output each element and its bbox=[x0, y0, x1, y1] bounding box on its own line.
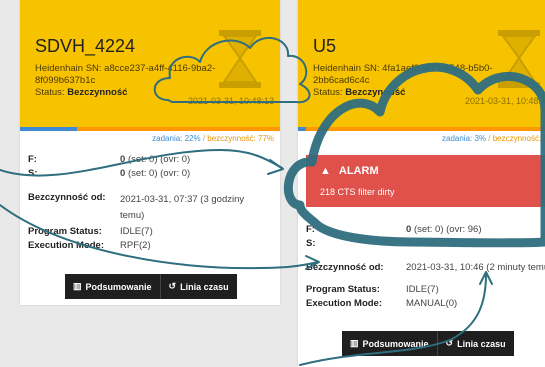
card-header: SDVH_4224 Heidenhain SN: a8cce237-a4ff-4… bbox=[20, 0, 280, 127]
bar-chart-icon: ▥ bbox=[73, 281, 82, 291]
card-actions: ▥ Podsumowanie ↺ Linia czasu bbox=[342, 331, 514, 356]
timeline-button[interactable]: ↺ Linia czasu bbox=[159, 274, 237, 299]
program-status-row: Program Status: IDLE(7) bbox=[28, 226, 153, 237]
hourglass-icon bbox=[496, 28, 542, 90]
warning-triangle-icon: ▲ bbox=[320, 165, 331, 177]
summary-button[interactable]: ▥ Podsumowanie bbox=[342, 331, 437, 356]
idle-since-row: Bezczynność od: 2021-03-31, 10:46 (2 minu… bbox=[306, 262, 545, 273]
tasks-idle-percent: zadania: 22% / bezczynność: 77% bbox=[152, 134, 274, 143]
machine-card-u5: U5 Heidenhain SN: 4fa1aef8-f477-4548-b5b… bbox=[298, 0, 545, 367]
bar-chart-icon: ▥ bbox=[350, 338, 359, 348]
tasks-progress-fill bbox=[298, 127, 306, 131]
card-actions: ▥ Podsumowanie ↺ Linia czasu bbox=[65, 274, 237, 299]
summary-button[interactable]: ▥ Podsumowanie bbox=[65, 274, 160, 299]
timeline-button[interactable]: ↺ Linia czasu bbox=[436, 331, 514, 356]
alarm-panel: ▲ ALARM 218 CTS filter dirty bbox=[306, 155, 545, 207]
tasks-progress-fill bbox=[20, 127, 78, 131]
hourglass-icon bbox=[217, 28, 263, 90]
machine-title: U5 bbox=[313, 36, 337, 56]
history-icon: ↺ bbox=[168, 281, 177, 291]
machine-card-sdvh-4224: SDVH_4224 Heidenhain SN: a8cce237-a4ff-4… bbox=[20, 0, 280, 305]
machine-title: SDVH_4224 bbox=[35, 36, 136, 56]
timestamp: 2021-03-31, 10:48:13 bbox=[188, 96, 275, 106]
feed-row: F: 0 (set: 0) (ovr: 96) bbox=[306, 224, 482, 235]
feed-row: F: 0 (set: 0) (ovr: 0) bbox=[28, 154, 191, 165]
status-value: Bezczynność bbox=[345, 87, 406, 98]
alarm-message: 218 CTS filter dirty bbox=[320, 187, 395, 197]
program-status-row: Program Status: IDLE(7) bbox=[306, 284, 439, 295]
alarm-title: ALARM bbox=[338, 165, 379, 177]
status-value: Bezczynność bbox=[67, 87, 128, 98]
idle-since-row: Bezczynność od: 2021-03-31, 07:37 (3 godz… bbox=[28, 192, 245, 221]
tasks-progress-bar bbox=[298, 127, 545, 131]
serial-number: Heidenhain SN: 4fa1aef8-f477-4548-b5b0-2… bbox=[313, 63, 493, 98]
history-icon: ↺ bbox=[445, 338, 454, 348]
spindle-row: S: 0 (set: 0) (ovr: 0) bbox=[28, 168, 191, 179]
spindle-row: S: bbox=[306, 238, 316, 249]
tasks-progress-bar bbox=[20, 127, 280, 131]
serial-number: Heidenhain SN: a8cce237-a4ff-4116-9ba2-8… bbox=[35, 63, 216, 98]
timestamp: 2021-03-31, 10:48:1 bbox=[465, 96, 545, 106]
execution-mode-row: Execution Mode: RPF(2) bbox=[28, 240, 151, 251]
tasks-idle-percent: zadania: 3% / bezczynność: 96 bbox=[442, 134, 545, 143]
execution-mode-row: Execution Mode: MANUAL(0) bbox=[306, 298, 458, 309]
card-header: U5 Heidenhain SN: 4fa1aef8-f477-4548-b5b… bbox=[298, 0, 545, 127]
